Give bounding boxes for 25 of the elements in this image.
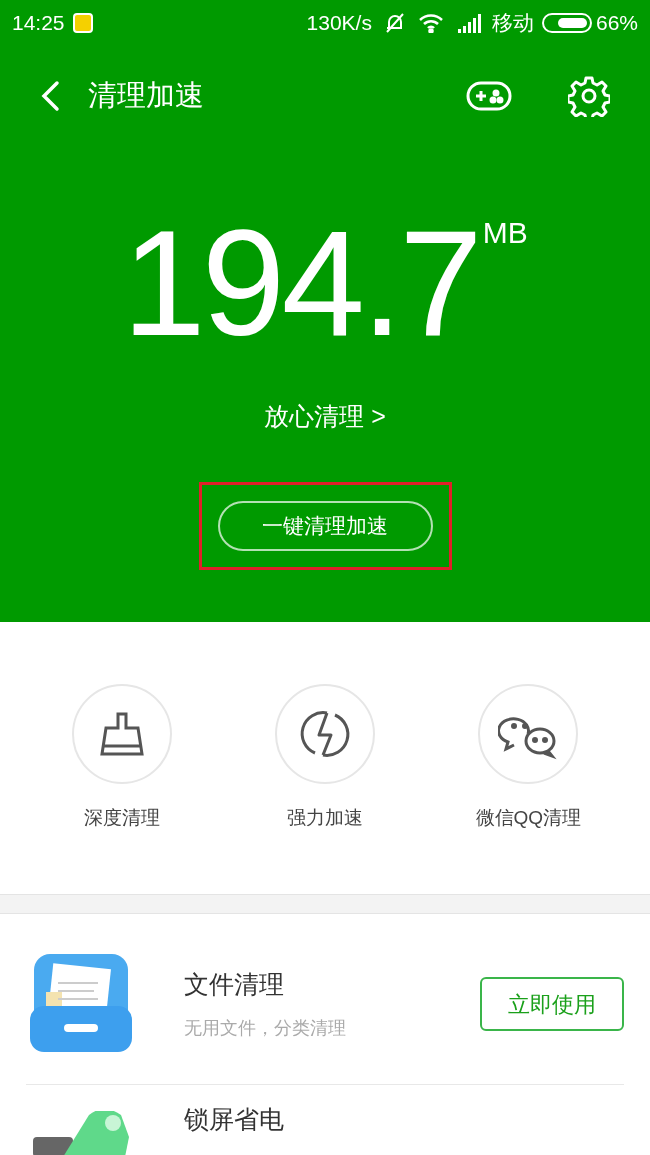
one-tap-clean-button[interactable]: 一键清理加速 <box>217 500 433 551</box>
feature-subtitle: 无用文件，分类清理 <box>184 1017 347 1041</box>
settings-icon[interactable] <box>568 75 610 117</box>
back-icon[interactable] <box>40 80 60 112</box>
carrier-name: 移动 <box>491 10 534 37</box>
tool-label: 深度清理 <box>83 806 160 830</box>
network-speed: 130K/s <box>306 10 372 37</box>
tool-label: 强力加速 <box>287 806 363 830</box>
bell-muted-icon <box>383 12 406 34</box>
wifi-icon <box>417 13 444 33</box>
battery-status-icon <box>541 12 592 34</box>
battery-percent: 66% <box>595 10 638 37</box>
use-now-button[interactable]: 立即使用 <box>480 977 624 1031</box>
signal-icon <box>455 13 484 33</box>
status-time: 14:25 <box>12 10 65 37</box>
page-title: 清理加速 <box>88 78 204 114</box>
tool-label: 微信QQ清理 <box>475 806 582 830</box>
cleanable-amount: 194.7 <box>122 218 479 348</box>
feature-title: 文件清理 <box>184 968 285 1000</box>
safe-clean-link[interactable]: 放心清理 > <box>264 398 386 436</box>
feature-title: 锁屏省电 <box>184 1104 285 1135</box>
amount-unit: MB <box>482 215 528 251</box>
app-notification-icon <box>72 13 93 33</box>
gamepad-icon[interactable] <box>466 81 512 111</box>
battery-icon <box>33 1111 129 1155</box>
